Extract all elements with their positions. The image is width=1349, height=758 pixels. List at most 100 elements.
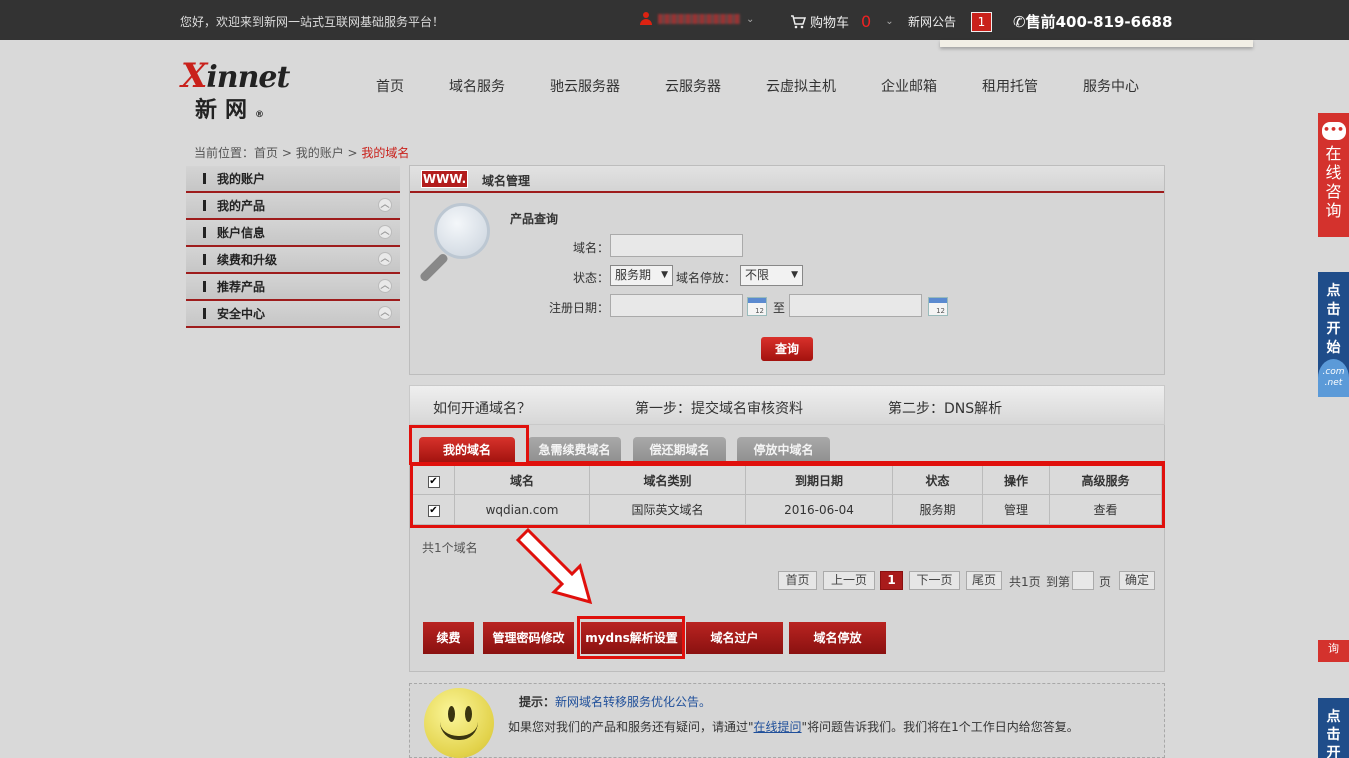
- manage-password-button[interactable]: 管理密码修改: [483, 622, 574, 654]
- pager-current[interactable]: 1: [880, 571, 903, 590]
- chevron-down-icon: ⌄: [746, 13, 755, 25]
- nav-cloud-server[interactable]: 云服务器: [665, 76, 721, 96]
- panel-title: 域名管理: [482, 174, 531, 188]
- pager-confirm[interactable]: 确定: [1119, 571, 1155, 590]
- date-to-label: 至: [773, 301, 786, 315]
- parking-value: 不限: [745, 268, 770, 282]
- status-select[interactable]: 服务期 ▼: [610, 265, 673, 286]
- sidebar-item-renew-upgrade[interactable]: 续费和升级 ︿: [186, 247, 400, 274]
- calendar-icon[interactable]: [928, 297, 948, 316]
- notice-link[interactable]: 新网公告: [908, 13, 956, 30]
- pager-prev[interactable]: 上一页: [823, 571, 875, 590]
- user-menu[interactable]: ⌄: [640, 12, 754, 26]
- nav-service[interactable]: 服务中心: [1083, 76, 1139, 96]
- panel-header: WWW. 域名管理: [410, 166, 1164, 193]
- query-button[interactable]: 查询: [761, 337, 813, 361]
- online-consult-widget[interactable]: ••• 在线咨询: [1318, 113, 1349, 237]
- pager-next[interactable]: 下一页: [909, 571, 960, 590]
- smiley-icon: [424, 688, 494, 758]
- domain-start-widget[interactable]: 点击开始 .com .net: [1318, 272, 1349, 397]
- tip-text-before: 如果您对我们的产品和服务还有疑问，请通过": [508, 720, 754, 734]
- sidebar-item-account-info[interactable]: 账户信息 ︿: [186, 220, 400, 247]
- breadcrumb-prefix: 当前位置：: [194, 146, 255, 160]
- pager-goto-input[interactable]: [1072, 571, 1094, 590]
- cart-icon: [791, 14, 806, 28]
- breadcrumb-current: 我的域名: [361, 146, 410, 160]
- breadcrumb-sep: >: [278, 146, 296, 160]
- hotline-text: 售前400-819-6688: [1025, 13, 1173, 31]
- dropdown-arrow-icon: ▼: [791, 270, 798, 280]
- xinnet-logo[interactable]: Xinnet 新网®: [181, 56, 291, 123]
- phone-icon: ✆: [1013, 13, 1026, 31]
- nav-cloud-host[interactable]: 云虚拟主机: [766, 76, 836, 96]
- chevron-up-icon[interactable]: ︿: [378, 225, 392, 239]
- renew-button[interactable]: 续费: [423, 622, 474, 654]
- tab-highlight-line: [527, 461, 1165, 464]
- logo-cn: 新网®: [195, 98, 265, 123]
- online-question-link[interactable]: 在线提问: [754, 720, 802, 734]
- tip-announcement-link[interactable]: 新网域名转移服务优化公告。: [555, 695, 711, 709]
- chevron-up-icon[interactable]: ︿: [378, 279, 392, 293]
- howto-step2[interactable]: 第二步：DNS解析: [888, 398, 1002, 418]
- chat-bubble-icon: •••: [1321, 122, 1346, 140]
- tip-title: 提示：新网域名转移服务优化公告。: [519, 693, 711, 710]
- www-badge: WWW.: [421, 170, 468, 188]
- chevron-up-icon[interactable]: ︿: [378, 198, 392, 212]
- domain-input[interactable]: [610, 234, 743, 257]
- sidebar-item-my-products[interactable]: 我的产品 ︿: [186, 193, 400, 220]
- notice-dropdown-strip: [940, 40, 1253, 47]
- breadcrumb-home[interactable]: 首页: [254, 146, 278, 160]
- reg-date-label: 注册日期：: [549, 301, 610, 315]
- tab-urgent-renew[interactable]: 急需续费域名: [528, 437, 621, 463]
- pager-goto-label: 到第: [1046, 575, 1071, 589]
- tip-text: 如果您对我们的产品和服务还有疑问，请通过"在线提问"将问题告诉我们。我们将在1个…: [508, 718, 1079, 735]
- nav-mail[interactable]: 企业邮箱: [881, 76, 937, 96]
- consult-mini-widget[interactable]: 询: [1318, 640, 1349, 662]
- tab-parked[interactable]: 停放中域名: [737, 437, 830, 463]
- chevron-up-icon[interactable]: ︿: [378, 252, 392, 266]
- click-start-widget-2[interactable]: 点击开: [1318, 698, 1349, 758]
- cart-count: 0: [861, 12, 872, 31]
- domain-total: 共1个域名: [422, 541, 478, 555]
- calendar-icon[interactable]: [747, 297, 767, 316]
- top-bar: 您好，欢迎来到新网一站式互联网基础服务平台！ ⌄ 购物车 0 ⌄ 新网公告 1 …: [0, 0, 1349, 46]
- breadcrumb-account[interactable]: 我的账户: [296, 146, 344, 160]
- pager-page-label: 页: [1099, 575, 1112, 589]
- pager-last[interactable]: 尾页: [966, 571, 1002, 590]
- domain-parking-button[interactable]: 域名停放: [789, 622, 886, 654]
- sidebar-item-security[interactable]: 安全中心 ︿: [186, 301, 400, 328]
- sidebar-item-recommended[interactable]: 推荐产品 ︿: [186, 274, 400, 301]
- com-net-icon: .com .net: [1318, 359, 1349, 397]
- domain-label: 域名：: [573, 241, 610, 255]
- tip-text-after: "将问题告诉我们。我们将在1个工作日内给您答复。: [801, 720, 1079, 734]
- nav-chiyun-server[interactable]: 驰云服务器: [550, 76, 620, 96]
- parking-select[interactable]: 不限 ▼: [740, 265, 803, 286]
- tab-redemption[interactable]: 偿还期域名: [633, 437, 726, 463]
- cart-link[interactable]: 购物车 0 ⌄: [790, 12, 894, 31]
- nav-hosting[interactable]: 租用托管: [982, 76, 1038, 96]
- hotline: ✆售前400-819-6688: [1013, 11, 1172, 32]
- pager-total-pages: 共1页: [1009, 575, 1041, 589]
- welcome-text: 您好，欢迎来到新网一站式互联网基础服务平台！: [180, 15, 445, 29]
- nav-home[interactable]: 首页: [376, 76, 404, 96]
- howto-step1[interactable]: 第一步：提交域名审核资料: [635, 398, 803, 418]
- parking-label: 域名停放：: [676, 271, 737, 285]
- dropdown-arrow-icon: ▼: [661, 270, 668, 280]
- reg-date-start-input[interactable]: [610, 294, 743, 317]
- user-name-blurred: [658, 14, 740, 24]
- howto-question[interactable]: 如何开通域名？: [433, 398, 531, 418]
- sidebar-item-my-account[interactable]: 我的账户: [186, 166, 400, 193]
- status-value: 服务期: [615, 268, 652, 282]
- nav-domain[interactable]: 域名服务: [449, 76, 505, 96]
- notice-count-badge[interactable]: 1: [971, 12, 992, 46]
- bullet-icon: [203, 200, 206, 211]
- reg-date-end-input[interactable]: [789, 294, 922, 317]
- annotation-arrow-icon: [515, 528, 593, 605]
- breadcrumb-sep: >: [343, 146, 362, 160]
- tip-label: 提示：: [519, 695, 556, 709]
- chevron-up-icon[interactable]: ︿: [378, 306, 392, 320]
- highlight-box: [577, 616, 685, 659]
- domain-transfer-button[interactable]: 域名过户: [686, 622, 783, 654]
- pager-first[interactable]: 首页: [778, 571, 817, 590]
- howto-bar: 如何开通域名？ 第一步：提交域名审核资料 第二步：DNS解析: [409, 385, 1165, 425]
